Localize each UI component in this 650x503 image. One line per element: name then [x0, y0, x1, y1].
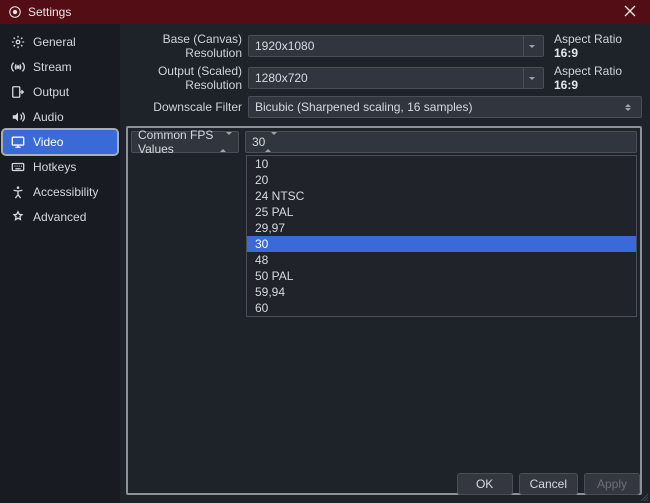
output-resolution-combo[interactable]: 1280x720 — [248, 67, 544, 89]
fps-type-value: Common FPS Values — [138, 128, 220, 156]
sidebar-item-general[interactable]: General — [3, 30, 117, 54]
main-panel: Base (Canvas) Resolution 1920x1080 Aspec… — [120, 24, 650, 503]
sidebar-item-label: Hotkeys — [33, 160, 76, 174]
sidebar-item-label: General — [33, 35, 76, 49]
fps-section: Common FPS Values 30 102024 NTSC25 PAL29… — [126, 126, 642, 495]
downscale-filter-label: Downscale Filter — [126, 100, 242, 114]
app-icon — [8, 5, 22, 19]
sidebar-item-label: Accessibility — [33, 185, 98, 199]
output-icon — [11, 85, 25, 99]
advanced-icon — [11, 210, 25, 224]
sidebar-item-output[interactable]: Output — [3, 80, 117, 104]
downscale-filter-combo[interactable]: Bicubic (Sharpened scaling, 16 samples) — [248, 96, 642, 118]
sidebar-item-label: Video — [33, 135, 63, 149]
fps-option[interactable]: 59,94 — [247, 284, 636, 300]
fps-option[interactable]: 10 — [247, 156, 636, 172]
sidebar-item-accessibility[interactable]: Accessibility — [3, 180, 117, 204]
keyboard-icon — [11, 160, 25, 174]
fps-option[interactable]: 29,97 — [247, 220, 636, 236]
sidebar-item-label: Audio — [33, 110, 64, 124]
cancel-button[interactable]: Cancel — [519, 473, 578, 495]
sidebar-item-advanced[interactable]: Advanced — [3, 205, 117, 229]
output-aspect-ratio: Aspect Ratio 16:9 — [550, 64, 642, 92]
ok-button[interactable]: OK — [457, 473, 513, 495]
fps-option[interactable]: 48 — [247, 252, 636, 268]
sidebar-item-hotkeys[interactable]: Hotkeys — [3, 155, 117, 179]
fps-type-combo[interactable]: Common FPS Values — [131, 131, 239, 153]
base-resolution-combo[interactable]: 1920x1080 — [248, 35, 544, 57]
sidebar-item-label: Advanced — [33, 210, 86, 224]
up-down-icon — [265, 135, 277, 149]
sidebar-item-audio[interactable]: Audio — [3, 105, 117, 129]
downscale-filter-value: Bicubic (Sharpened scaling, 16 samples) — [255, 100, 472, 114]
accessibility-icon — [11, 185, 25, 199]
broadcast-icon — [11, 60, 25, 74]
up-down-icon — [625, 97, 639, 117]
chevron-down-icon — [523, 36, 539, 56]
titlebar: Settings — [0, 0, 650, 24]
fps-dropdown[interactable]: 102024 NTSC25 PAL29,97304850 PAL59,9460 — [246, 155, 637, 317]
window-title: Settings — [28, 5, 618, 19]
sidebar-item-label: Output — [33, 85, 69, 99]
fps-value-combo[interactable]: 30 — [245, 131, 637, 153]
sidebar-item-label: Stream — [33, 60, 72, 74]
fps-option[interactable]: 20 — [247, 172, 636, 188]
fps-option[interactable]: 60 — [247, 300, 636, 316]
up-down-icon — [220, 135, 232, 149]
apply-button: Apply — [584, 473, 640, 495]
fps-option[interactable]: 25 PAL — [247, 204, 636, 220]
resize-grip-icon[interactable] — [638, 491, 648, 501]
base-aspect-ratio: Aspect Ratio 16:9 — [550, 32, 642, 60]
fps-option[interactable]: 50 PAL — [247, 268, 636, 284]
fps-option[interactable]: 30 — [247, 236, 636, 252]
chevron-down-icon — [523, 68, 539, 88]
output-resolution-label: Output (Scaled) Resolution — [126, 64, 242, 92]
monitor-icon — [11, 135, 25, 149]
sidebar-item-stream[interactable]: Stream — [3, 55, 117, 79]
base-resolution-label: Base (Canvas) Resolution — [126, 32, 242, 60]
output-resolution-value: 1280x720 — [255, 71, 308, 85]
gear-icon — [11, 35, 25, 49]
fps-option[interactable]: 24 NTSC — [247, 188, 636, 204]
base-resolution-value: 1920x1080 — [255, 39, 314, 53]
close-icon[interactable] — [618, 2, 642, 22]
sidebar-item-video[interactable]: Video — [3, 130, 117, 154]
sidebar: General Stream Output Audio Video Hotkeys Acce… — [0, 24, 120, 503]
speaker-icon — [11, 110, 25, 124]
fps-value: 30 — [252, 135, 265, 149]
